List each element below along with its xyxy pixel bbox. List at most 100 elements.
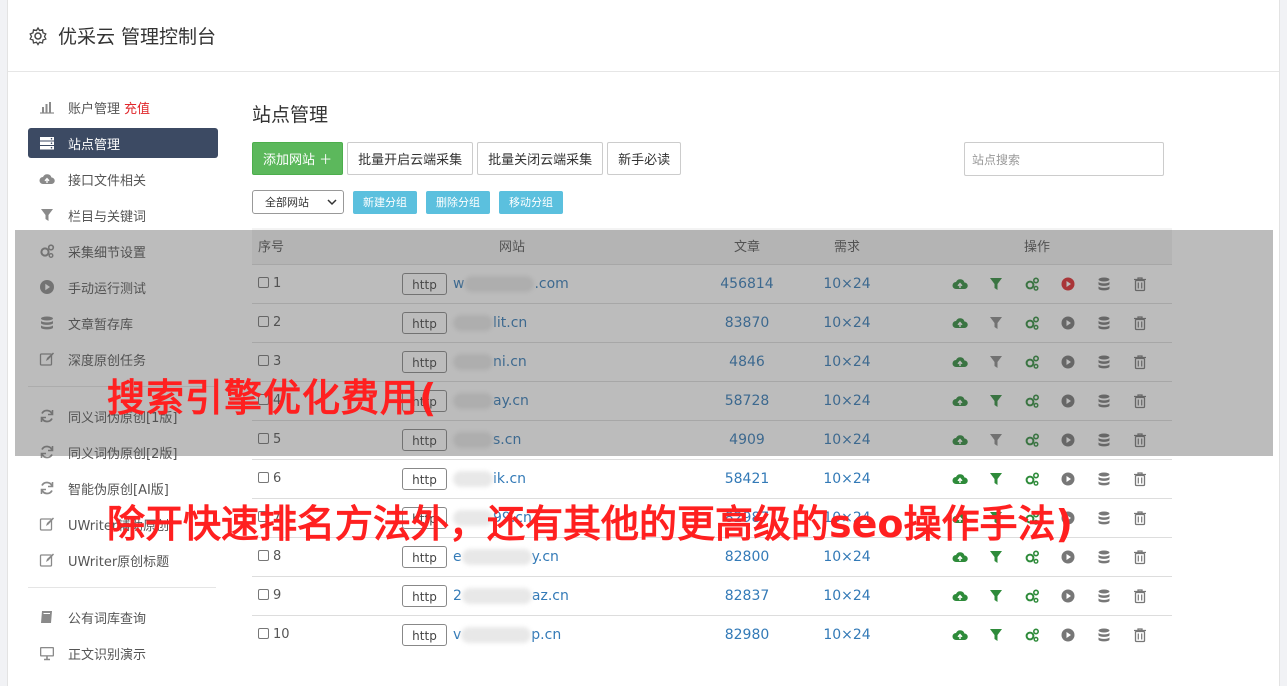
database-icon[interactable]: [1096, 354, 1112, 370]
database-icon[interactable]: [1096, 627, 1112, 643]
sidebar-item[interactable]: 账户管理 充值: [28, 92, 218, 122]
batch-enable-button[interactable]: 批量开启云端采集: [347, 142, 474, 175]
database-icon[interactable]: [1096, 471, 1112, 487]
cloud-upload-icon[interactable]: [952, 627, 968, 643]
articles-cell[interactable]: 58728: [702, 381, 792, 420]
sidebar-item[interactable]: 同义词伪原创[1版]: [28, 401, 218, 431]
site-link[interactable]: lit.cn: [453, 314, 527, 331]
sidebar-item[interactable]: 深度原创任务: [28, 344, 218, 374]
demand-cell[interactable]: 10×24: [792, 459, 902, 498]
filter-icon[interactable]: [988, 627, 1004, 643]
filter-icon[interactable]: [988, 432, 1004, 448]
guide-button[interactable]: 新手必读: [607, 142, 682, 175]
trash-icon[interactable]: [1132, 276, 1148, 292]
articles-cell[interactable]: 82987: [702, 498, 792, 537]
sidebar-item[interactable]: 正文识别演示: [28, 638, 218, 668]
trash-icon[interactable]: [1132, 588, 1148, 604]
demand-cell[interactable]: 10×24: [792, 576, 902, 615]
play-circle-icon[interactable]: [1060, 276, 1076, 292]
play-circle-icon[interactable]: [1060, 432, 1076, 448]
demand-cell[interactable]: 10×24: [792, 303, 902, 342]
row-checkbox[interactable]: [258, 355, 269, 366]
trash-icon[interactable]: [1132, 627, 1148, 643]
sidebar-item[interactable]: 智能伪原创[AI版]: [28, 473, 218, 503]
articles-cell[interactable]: 456814: [702, 264, 792, 303]
demand-cell[interactable]: 10×24: [792, 615, 902, 654]
filter-icon[interactable]: [988, 588, 1004, 604]
site-link[interactable]: 99.cn: [453, 509, 532, 526]
gears-icon[interactable]: [1024, 471, 1040, 487]
play-circle-icon[interactable]: [1060, 315, 1076, 331]
http-badge[interactable]: http: [402, 272, 447, 295]
database-icon[interactable]: [1096, 393, 1112, 409]
filter-icon[interactable]: [988, 276, 1004, 292]
http-badge[interactable]: http: [402, 389, 447, 412]
http-badge[interactable]: http: [402, 506, 447, 529]
row-checkbox[interactable]: [258, 472, 269, 483]
delete-group-button[interactable]: 删除分组: [426, 190, 490, 214]
sidebar-item[interactable]: 公有词库查询: [28, 602, 218, 632]
articles-cell[interactable]: 4909: [702, 420, 792, 459]
cloud-upload-icon[interactable]: [952, 315, 968, 331]
cloud-upload-icon[interactable]: [952, 393, 968, 409]
demand-cell[interactable]: 10×24: [792, 498, 902, 537]
recharge-link[interactable]: 充值: [124, 98, 150, 117]
play-circle-icon[interactable]: [1060, 549, 1076, 565]
play-circle-icon[interactable]: [1060, 588, 1076, 604]
play-circle-icon[interactable]: [1060, 393, 1076, 409]
cloud-upload-icon[interactable]: [952, 588, 968, 604]
site-link[interactable]: w .com: [453, 275, 569, 292]
http-badge[interactable]: http: [402, 350, 447, 373]
row-checkbox[interactable]: [258, 394, 269, 405]
filter-icon[interactable]: [988, 549, 1004, 565]
move-group-button[interactable]: 移动分组: [499, 190, 563, 214]
articles-cell[interactable]: 58421: [702, 459, 792, 498]
demand-cell[interactable]: 10×24: [792, 537, 902, 576]
gears-icon[interactable]: [1024, 627, 1040, 643]
gear-icon[interactable]: [28, 26, 48, 46]
cloud-upload-icon[interactable]: [952, 510, 968, 526]
cloud-upload-icon[interactable]: [952, 471, 968, 487]
http-badge[interactable]: http: [402, 545, 447, 568]
play-circle-icon[interactable]: [1060, 354, 1076, 370]
site-search-input[interactable]: 站点搜索: [964, 142, 1164, 176]
database-icon[interactable]: [1096, 432, 1112, 448]
row-checkbox[interactable]: [258, 316, 269, 327]
trash-icon[interactable]: [1132, 354, 1148, 370]
filter-icon[interactable]: [988, 393, 1004, 409]
site-link[interactable]: s.cn: [453, 431, 521, 448]
cloud-upload-icon[interactable]: [952, 432, 968, 448]
new-group-button[interactable]: 新建分组: [353, 190, 417, 214]
add-site-button[interactable]: 添加网站 ＋: [252, 142, 344, 175]
articles-cell[interactable]: 82800: [702, 537, 792, 576]
sidebar-item[interactable]: UWriter原创标题: [28, 545, 218, 575]
group-select[interactable]: 全部网站: [252, 190, 344, 214]
gears-icon[interactable]: [1024, 315, 1040, 331]
site-link[interactable]: ik.cn: [453, 470, 526, 487]
trash-icon[interactable]: [1132, 510, 1148, 526]
http-badge[interactable]: http: [402, 584, 447, 607]
trash-icon[interactable]: [1132, 432, 1148, 448]
filter-icon[interactable]: [988, 510, 1004, 526]
site-link[interactable]: ay.cn: [453, 392, 529, 409]
articles-cell[interactable]: 82837: [702, 576, 792, 615]
gears-icon[interactable]: [1024, 276, 1040, 292]
demand-cell[interactable]: 10×24: [792, 264, 902, 303]
play-circle-icon[interactable]: [1060, 627, 1076, 643]
filter-icon[interactable]: [988, 315, 1004, 331]
articles-cell[interactable]: 83870: [702, 303, 792, 342]
sidebar-item[interactable]: 接口文件相关: [28, 164, 218, 194]
row-checkbox[interactable]: [258, 589, 269, 600]
sidebar-item[interactable]: 栏目与关键词: [28, 200, 218, 230]
trash-icon[interactable]: [1132, 393, 1148, 409]
cloud-upload-icon[interactable]: [952, 549, 968, 565]
row-checkbox[interactable]: [258, 511, 269, 522]
row-checkbox[interactable]: [258, 277, 269, 288]
gears-icon[interactable]: [1024, 549, 1040, 565]
database-icon[interactable]: [1096, 588, 1112, 604]
http-badge[interactable]: http: [402, 623, 447, 646]
trash-icon[interactable]: [1132, 471, 1148, 487]
play-circle-icon[interactable]: [1060, 471, 1076, 487]
site-link[interactable]: ni.cn: [453, 353, 527, 370]
trash-icon[interactable]: [1132, 549, 1148, 565]
